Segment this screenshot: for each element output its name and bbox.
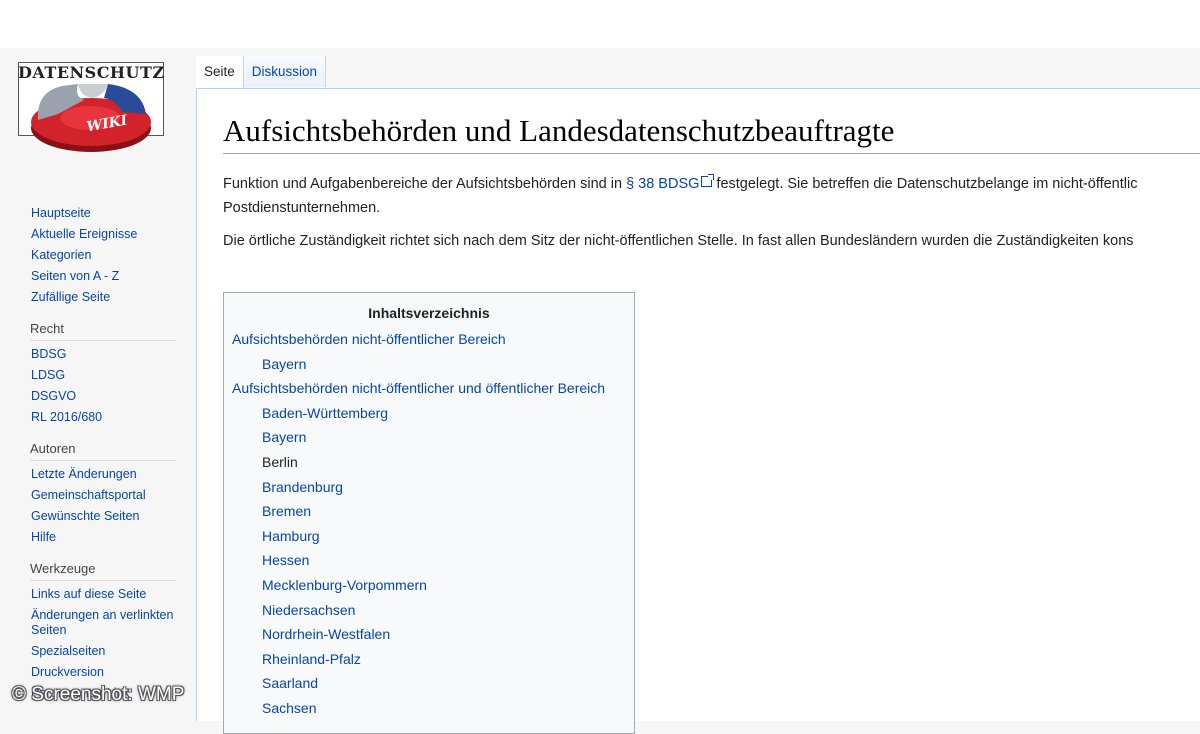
sidebar-item-druckversion[interactable]: Druckversion bbox=[31, 665, 176, 680]
sidebar-item-dsgvo[interactable]: DSGVO bbox=[31, 389, 176, 404]
screenshot-watermark: © Screenshot: WMP bbox=[12, 684, 185, 705]
tab-seite[interactable]: Seite bbox=[196, 56, 244, 89]
top-strip bbox=[0, 0, 1200, 48]
title-divider bbox=[223, 153, 1200, 154]
tab-diskussion[interactable]: Diskussion bbox=[243, 56, 327, 87]
sidebar-item-zufaellige-seite[interactable]: Zufällige Seite bbox=[31, 290, 176, 305]
toc-item[interactable]: Bremen bbox=[224, 499, 634, 524]
sidebar-item-letzte-aenderungen[interactable]: Letzte Änderungen bbox=[31, 467, 176, 482]
sidebar-item-links-auf-diese-seite[interactable]: Links auf diese Seite bbox=[31, 587, 176, 602]
toc-item[interactable]: Brandenburg bbox=[224, 475, 634, 500]
sidebar-item-bdsg[interactable]: BDSG bbox=[31, 347, 176, 362]
sidebar-item-spezialseiten[interactable]: Spezialseiten bbox=[31, 644, 176, 659]
sidebar-navigation: Hauptseite Aktuelle Ereignisse Kategorie… bbox=[30, 206, 176, 305]
logo-badge-text: WIKI bbox=[85, 112, 129, 135]
sidebar-item-hauptseite[interactable]: Hauptseite bbox=[31, 206, 176, 221]
paragraph-1-text: Funktion und Aufgabenbereiche der Aufsic… bbox=[223, 176, 627, 192]
sidebar-item-gewuenschte-seiten[interactable]: Gewünschte Seiten bbox=[31, 509, 176, 524]
toc-item[interactable]: Bayern bbox=[224, 425, 634, 450]
sidebar-heading-recht: Recht bbox=[30, 321, 176, 341]
toc-item[interactable]: Aufsichtsbehörden nicht-öffentlicher Ber… bbox=[224, 327, 634, 352]
sidebar-item-aenderungen-verlinkte-seiten[interactable]: Änderungen an verlinkten Seiten bbox=[31, 608, 176, 638]
toc-item[interactable]: Mecklenburg-Vorpommern bbox=[224, 573, 634, 598]
paragraph-1: Funktion und Aufgabenbereiche der Aufsic… bbox=[223, 172, 1137, 196]
site-logo[interactable]: DATENSCHUTZ WIKI bbox=[18, 62, 164, 154]
external-link-icon bbox=[701, 174, 715, 187]
paragraph-1-line-2: Postdienstunternehmen. bbox=[223, 200, 381, 216]
bdsg-38-link[interactable]: § 38 BDSG bbox=[626, 176, 699, 192]
toc-title: Inhaltsverzeichnis bbox=[368, 305, 490, 321]
toc-item[interactable]: Nordrhein-Westfalen bbox=[224, 622, 634, 647]
sidebar: Hauptseite Aktuelle Ereignisse Kategorie… bbox=[0, 196, 196, 707]
paragraph-2: Die örtliche Zuständigkeit richtet sich … bbox=[223, 233, 1134, 249]
toc-item[interactable]: Rheinland-Pfalz bbox=[224, 647, 634, 672]
sidebar-item-hilfe[interactable]: Hilfe bbox=[31, 530, 176, 545]
sidebar-item-rl-2016-680[interactable]: RL 2016/680 bbox=[31, 410, 176, 425]
page-title: Aufsichtsbehörden und Landesdatenschutzb… bbox=[223, 113, 895, 148]
toc-item[interactable]: Saarland bbox=[224, 671, 634, 696]
sidebar-item-kategorien[interactable]: Kategorien bbox=[31, 248, 176, 263]
sidebar-item-aktuelle-ereignisse[interactable]: Aktuelle Ereignisse bbox=[31, 227, 176, 242]
sidebar-section-werkzeuge: Werkzeuge Links auf diese Seite Änderung… bbox=[30, 561, 176, 701]
sidebar-section-autoren: Autoren Letzte Änderungen Gemeinschaftsp… bbox=[30, 441, 176, 545]
paragraph-1-text-cont: festgelegt. Sie betreffen die Datenschut… bbox=[712, 176, 1138, 192]
toc-item[interactable]: Aufsichtsbehörden nicht-öffentlicher und… bbox=[224, 376, 634, 401]
sidebar-item-ldsg[interactable]: LDSG bbox=[31, 368, 176, 383]
sidebar-item-seiten-a-z[interactable]: Seiten von A - Z bbox=[31, 269, 176, 284]
main-content: Aufsichtsbehörden und Landesdatenschutzb… bbox=[196, 88, 1200, 734]
toc-item[interactable]: Hamburg bbox=[224, 524, 634, 549]
sidebar-heading-autoren: Autoren bbox=[30, 441, 176, 461]
logo-badge: WIKI bbox=[85, 112, 129, 135]
sidebar-heading-werkzeuge: Werkzeuge bbox=[30, 561, 176, 581]
toc-list: Aufsichtsbehörden nicht-öffentlicher Ber… bbox=[224, 327, 634, 721]
table-of-contents: Inhaltsverzeichnis Aufsichtsbehörden nic… bbox=[223, 292, 635, 734]
sidebar-section-recht: Recht BDSG LDSG DSGVO RL 2016/680 bbox=[30, 321, 176, 425]
toc-item[interactable]: Bayern bbox=[224, 352, 634, 377]
toc-item[interactable]: Berlin bbox=[224, 450, 634, 475]
sidebar-item-gemeinschaftsportal[interactable]: Gemeinschaftsportal bbox=[31, 488, 176, 503]
toc-item[interactable]: Niedersachsen bbox=[224, 598, 634, 623]
page-tabs: Seite Diskussion bbox=[196, 56, 327, 89]
toc-item[interactable]: Sachsen bbox=[224, 696, 634, 721]
toc-item[interactable]: Hessen bbox=[224, 548, 634, 573]
toc-item[interactable]: Baden-Württemberg bbox=[224, 401, 634, 426]
